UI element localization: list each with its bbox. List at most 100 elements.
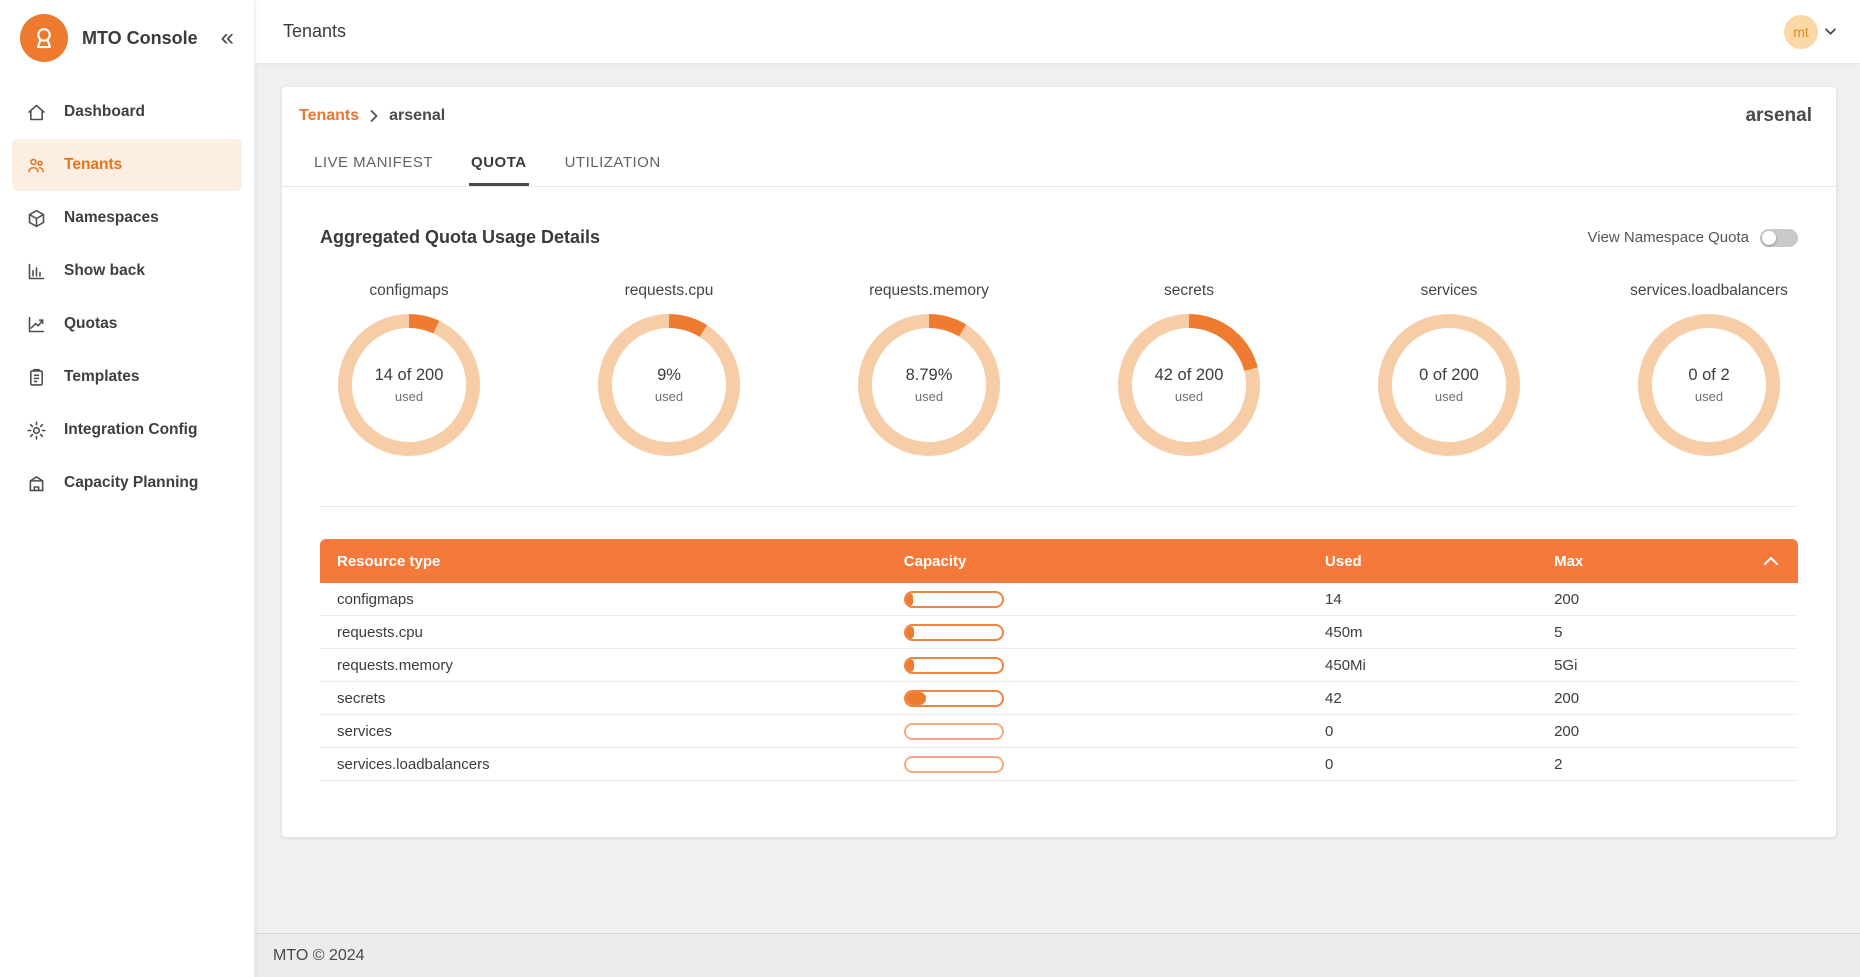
breadcrumb-tenants-link[interactable]: Tenants [299,107,359,125]
donut-services: services 0 of 200 used [1360,282,1538,456]
capacity-bar [904,723,1004,740]
donut-chart: 0 of 200 used [1378,314,1520,456]
donut-secrets: secrets42 of 200used [1100,282,1278,456]
sidebar-item-dashboard[interactable]: Dashboard [12,86,242,138]
sidebar: MTO Console « Dashboard Tenants Namespaces… [0,0,255,977]
donut-sub-label: used [1175,389,1203,404]
donut-label: requests.cpu [625,282,714,300]
table-row: services.loadbalancers02 [320,748,1798,781]
donut-value: 0 of 2 [1688,366,1729,385]
page-title: arsenal [1745,105,1812,127]
table-row: secrets42200 [320,682,1798,715]
donut-value: 8.79% [906,366,953,385]
sidebar-item-show-back[interactable]: Show back [12,245,242,297]
tab-utilization[interactable]: UTILIZATION [563,143,663,186]
table-row: services0200 [320,715,1798,748]
quota-section: Aggregated Quota Usage Details View Name… [282,227,1836,837]
cell-used: 0 [1325,756,1554,773]
cell-capacity [904,690,1325,707]
cell-used: 0 [1325,723,1554,740]
capacity-bar [904,624,1004,641]
section-heading: Aggregated Quota Usage Details [320,227,600,248]
tab-live-manifest[interactable]: LIVE MANIFEST [312,143,435,186]
header-capacity[interactable]: Capacity [904,553,1325,570]
donut-value: 14 of 200 [375,366,444,385]
donut-center: 0 of 200 used [1378,314,1520,456]
chevron-right-icon [370,110,378,122]
sidebar-item-tenants[interactable]: Tenants [12,139,242,191]
sidebar-item-quotas[interactable]: Quotas [12,298,242,350]
cell-max: 200 [1554,591,1724,608]
tenant-detail-card: Tenants arsenal arsenal LIVE MANIFEST QUO… [282,87,1836,837]
sidebar-header: MTO Console « [0,0,254,76]
donut-sub-label: used [655,389,683,404]
capacity-planning-icon [26,473,47,494]
donut-sub-label: used [395,389,423,404]
sidebar-item-namespaces[interactable]: Namespaces [12,192,242,244]
avatar[interactable]: mt [1784,15,1818,49]
cell-max: 5Gi [1554,657,1724,674]
integration-config-icon [26,420,47,441]
table-header: Resource type Capacity Used Max [320,539,1798,583]
namespaces-icon [26,208,47,229]
donut-value: 42 of 200 [1155,366,1224,385]
capacity-bar [904,591,1004,608]
toggle-wrap: View Namespace Quota [1588,229,1798,247]
cell-capacity [904,591,1325,608]
sidebar-item-templates[interactable]: Templates [12,351,242,403]
cell-resource-type: services [320,723,904,740]
chevron-down-icon[interactable] [1825,28,1836,35]
home-icon [26,102,47,123]
donut-chart: 8.79% used [858,314,1000,456]
sidebar-item-label: Tenants [64,156,122,174]
quota-table: Resource type Capacity Used Max configma… [320,539,1798,837]
capacity-bar [904,690,1004,707]
donut-label: configmaps [369,282,448,300]
templates-icon [26,367,47,388]
cell-used: 450m [1325,624,1554,641]
sidebar-item-label: Templates [64,368,140,386]
tab-quota[interactable]: QUOTA [469,143,529,186]
sidebar-item-capacity-planning[interactable]: Capacity Planning [12,457,242,509]
chevron-up-icon[interactable] [1724,557,1798,565]
toggle-knob [1762,231,1776,245]
tenants-icon [26,155,47,176]
divider [320,506,1798,507]
donut-services.loadbalancers: services.loadbalancers0 of 2used [1620,282,1798,456]
breadcrumb-current: arsenal [389,107,445,125]
table-row: configmaps14200 [320,583,1798,616]
donut-sub-label: used [1435,389,1463,404]
app-logo [20,14,68,62]
toggle-label: View Namespace Quota [1588,229,1749,246]
donut-value: 9% [657,366,681,385]
donut-label: requests.memory [869,282,989,300]
cell-resource-type: secrets [320,690,904,707]
donut-value: 0 of 200 [1419,366,1479,385]
table-row: requests.memory450Mi5Gi [320,649,1798,682]
table-body: configmaps14200requests.cpu450m5requests… [320,583,1798,781]
donut-label: services [1421,282,1478,300]
sidebar-collapse-icon[interactable]: « [213,26,242,50]
content: Tenants arsenal arsenal LIVE MANIFEST QUO… [255,63,1860,933]
header-resource-type[interactable]: Resource type [320,553,904,570]
donut-requests.memory: requests.memory 8.79% used [840,282,1018,456]
section-head: Aggregated Quota Usage Details View Name… [320,227,1798,248]
donut-configmaps: configmaps 14 of 200 used [320,282,498,456]
header-used[interactable]: Used [1325,553,1554,570]
sidebar-item-label: Namespaces [64,209,159,227]
header-max[interactable]: Max [1554,553,1724,570]
sidebar-item-integration-config[interactable]: Integration Config [12,404,242,456]
sidebar-item-label: Capacity Planning [64,474,198,492]
cell-resource-type: services.loadbalancers [320,756,904,773]
topbar: Tenants mt [255,0,1860,63]
footer: MTO © 2024 [255,933,1860,977]
donut-sub-label: used [915,389,943,404]
donut-chart: 14 of 200 used [338,314,480,456]
namespace-quota-toggle[interactable] [1760,229,1798,247]
tabs: LIVE MANIFEST QUOTA UTILIZATION [282,143,1836,187]
main-column: Tenants mt Tenants arsenal arsenal LIVE … [255,0,1860,977]
donut-center: 9% used [598,314,740,456]
cell-resource-type: configmaps [320,591,904,608]
donut-chart: 0 of 2used [1638,314,1780,456]
cell-capacity [904,756,1325,773]
